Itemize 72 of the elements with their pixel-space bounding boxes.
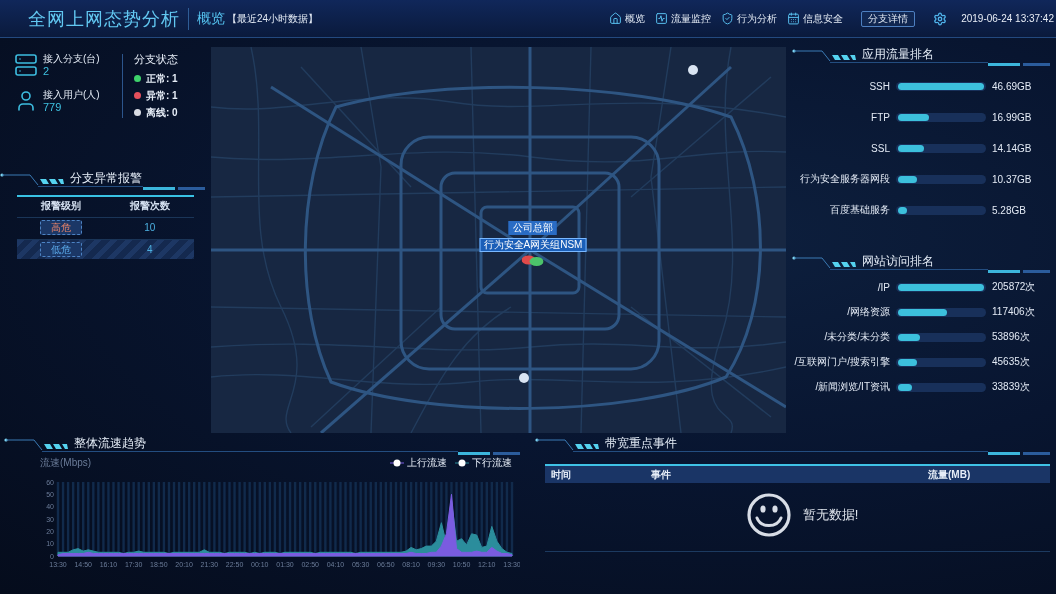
status-title: 分支状态 [134,52,178,66]
rank-label: /新闻浏览/IT资讯 [815,380,890,394]
map-label: 行为安全A网关组NSM [479,238,587,252]
datetime: 2019-06-24 13:37:42 [961,13,1054,24]
rank-value: 16.99GB [992,111,1033,123]
rank-value: 33839次 [992,380,1031,394]
stat-label: 接入用户(人) [43,88,100,101]
page-title: 概览 [197,9,225,28]
table-cell: 4 [146,244,153,255]
legend-marker-icon [455,459,469,467]
rank-label: /网络资源 [847,305,890,319]
rank-label: SSH [869,80,890,92]
rank-label: /未分类/未分类 [824,330,890,344]
rule-accent-icon [143,187,205,190]
rank-value: 46.69GB [992,80,1033,92]
status-label: 异常: 1 [146,89,178,102]
rank-label: /互联网门户/搜索引擎 [794,355,890,369]
rank-value: 205872次 [992,280,1037,294]
settings-icon[interactable] [933,11,948,26]
column-header: 时间 [551,467,572,482]
rank-label: 百度基础服务 [830,203,890,217]
server-icon [14,53,38,77]
nav-item[interactable]: 行为分析 [721,11,778,26]
severity-tag: 低危 [40,242,83,257]
section-title: 网站访问排名 [862,253,934,269]
rule-accent-icon [988,452,1050,455]
section-title: 应用流量排名 [862,46,934,62]
stat-label: 接入分支(台) [43,52,100,65]
pulse-icon [655,12,669,25]
legend-label: 上行流速 [407,456,447,470]
section-title: 分支异常报警 [70,170,142,186]
section-title: 整体流速趋势 [74,435,146,451]
time-range-label: 【最近24小时数据】 [227,11,319,26]
rank-label: 行为安全服务器网段 [800,172,890,186]
rank-value: 45635次 [992,355,1031,369]
rank-label: /IP [877,281,890,293]
smiley-icon [746,493,791,537]
home-icon [609,12,623,25]
status-label: 离线: 0 [146,106,178,119]
map-label: 公司总部 [509,221,557,235]
stat-value: 779 [43,101,63,114]
rank-value: 117406次 [992,305,1036,319]
nav-item[interactable]: 信息安全 [787,11,844,26]
nav-item[interactable]: 流量监控 [655,11,712,26]
rule-accent-icon [458,452,520,455]
shield-icon [721,12,735,25]
map-marker-icon [522,255,544,266]
rule-accent-icon [988,270,1050,273]
section-title: 带宽重点事件 [605,435,677,451]
column-header: 报警级别 [41,199,82,213]
column-header: 报警次数 [129,199,170,213]
column-header: 流量(MB) [928,467,972,482]
severity-tag: 高危 [40,220,83,235]
nav-item[interactable]: 概览 [609,11,646,26]
table-cell: 10 [144,222,156,233]
rank-label: FTP [871,111,890,123]
rank-value: 5.28GB [992,204,1027,216]
stat-value: 2 [43,65,51,78]
app-title: 全网上网态势分析 [28,7,180,31]
empty-message: 暂无数据! [802,506,859,524]
status-label: 正常: 1 [146,72,178,85]
axis-title: 流速(Mbps) [40,456,92,470]
rank-value: 14.14GB [992,142,1033,154]
rank-value: 53896次 [992,330,1031,344]
rank-value: 10.37GB [992,173,1033,185]
rank-label: SSL [871,142,890,154]
column-header: 事件 [651,467,672,482]
legend-marker-icon [390,459,404,467]
legend-label: 下行流速 [472,456,512,470]
rule-accent-icon [988,63,1050,66]
branch-detail-button[interactable]: 分支详情 [861,10,916,27]
calendar-icon [787,12,801,25]
